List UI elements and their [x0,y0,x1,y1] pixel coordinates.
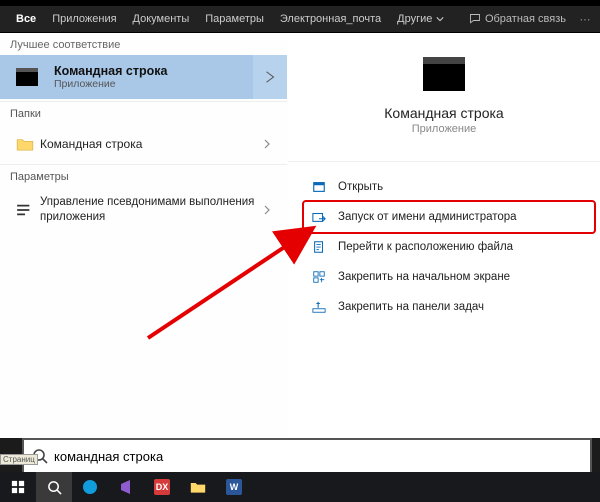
search-bar [22,438,592,472]
search-filter-tabs: Все Приложения Документы Параметры Элект… [0,0,600,32]
open-icon [310,180,328,194]
folder-label: Командная строка [40,137,257,151]
preview-panel: Командная строка Приложение Открыть Запу… [288,33,600,438]
pin-start-icon [310,270,328,284]
tab-apps[interactable]: Приложения [44,3,124,35]
folders-header: Папки [0,101,287,124]
search-taskbar-button[interactable] [36,472,72,502]
settings-result-item[interactable]: Управление псевдонимами выполнения прило… [0,187,287,233]
pin-taskbar-icon [310,300,328,314]
best-match-subtitle: Приложение [54,78,253,90]
action-pin-start[interactable]: Закрепить на начальном экране [304,262,594,292]
chevron-right-icon [257,205,277,215]
tab-all[interactable]: Все [8,3,44,35]
action-label: Открыть [338,181,383,193]
search-input[interactable] [54,449,590,464]
best-match-title: Командная строка [54,64,253,78]
admin-icon [310,210,328,224]
start-button[interactable] [0,472,36,502]
settings-label: Управление псевдонимами выполнения прило… [40,195,257,225]
expand-arrow[interactable] [253,55,287,99]
feedback-icon [469,13,481,25]
action-label: Запуск от имени администратора [338,211,517,223]
action-run-as-admin[interactable]: Запуск от имени администратора [304,202,594,232]
action-open-file-location[interactable]: Перейти к расположению файла [304,232,594,262]
preview-title: Командная строка [384,105,503,121]
action-pin-taskbar[interactable]: Закрепить на панели задач [304,292,594,322]
chevron-down-icon [436,15,444,23]
taskbar-app-word[interactable]: W [216,472,252,502]
file-location-icon [310,240,328,254]
more-icon[interactable]: ⋯ [578,13,592,26]
settings-header: Параметры [0,164,287,187]
action-label: Закрепить на панели задач [338,301,484,313]
taskbar-app-explorer[interactable] [180,472,216,502]
app-thumbnail [423,57,465,91]
action-label: Закрепить на начальном экране [338,271,510,283]
action-list: Открыть Запуск от имени администратора П… [288,161,600,322]
tab-email[interactable]: Электронная_почта [272,3,389,35]
tab-settings[interactable]: Параметры [197,3,272,35]
action-open[interactable]: Открыть [304,172,594,202]
taskbar-app-edge[interactable] [72,472,108,502]
folder-result-item[interactable]: Командная строка [0,124,287,164]
feedback-link[interactable]: Обратная связь ⋯ [469,13,592,26]
tab-documents[interactable]: Документы [125,3,198,35]
action-label: Перейти к расположению файла [338,241,513,253]
taskbar-app-vs[interactable] [108,472,144,502]
page-indicator: Страниц [0,454,38,465]
tab-more[interactable]: Другие [389,3,452,35]
best-match-item[interactable]: Командная строка Приложение [0,55,287,99]
taskbar-app-dx[interactable]: DX [144,472,180,502]
taskbar: DX W [0,472,600,502]
folder-icon [10,137,40,151]
results-panel: Лучшее соответствие Командная строка При… [0,33,288,438]
best-match-header: Лучшее соответствие [0,33,287,55]
alias-icon [10,203,40,217]
chevron-right-icon [257,139,277,149]
preview-subtitle: Приложение [412,123,477,135]
cmd-icon [0,68,54,86]
